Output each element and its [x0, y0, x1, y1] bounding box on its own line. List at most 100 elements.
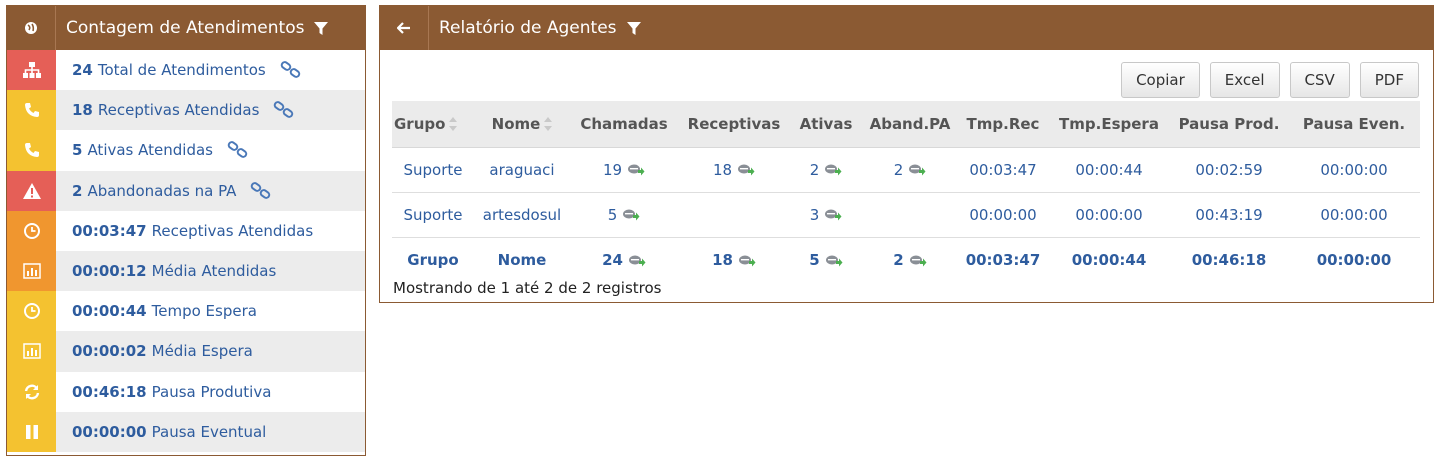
stat-list: 24 Total de Atendimentos 18 Receptivas Aten… [7, 50, 365, 452]
column-header[interactable]: Tmp.Rec [958, 101, 1048, 148]
refresh-icon [7, 371, 56, 412]
column-header[interactable]: Chamadas [570, 101, 678, 148]
agents-report-panel: Relatório de Agentes Copiar Excel CSV PD… [379, 5, 1434, 303]
stat-text: 00:00:44 Tempo Espera [72, 302, 257, 320]
table-cell[interactable]: artesdosul [474, 192, 570, 238]
stat-row: 00:00:44 Tempo Espera [7, 291, 365, 332]
table-cell: 00:02:59 [1170, 147, 1288, 193]
link-icon[interactable] [250, 181, 272, 200]
chat-detail-icon[interactable] [737, 163, 755, 177]
stat-label: Ativas Atendidas [87, 141, 213, 160]
export-toolbar: Copiar Excel CSV PDF [1121, 62, 1419, 98]
csv-button[interactable]: CSV [1289, 62, 1350, 98]
stat-label: Média Atendidas [151, 262, 277, 281]
column-header[interactable]: Grupo [392, 101, 474, 148]
chat-detail-icon[interactable] [622, 208, 640, 222]
table-cell: 5 [570, 192, 678, 238]
sitemap-icon [7, 50, 56, 91]
stat-row: 18 Receptivas Atendidas [7, 90, 365, 131]
globe-icon [7, 6, 56, 50]
chat-detail-icon[interactable] [628, 254, 646, 268]
filter-icon[interactable] [626, 21, 641, 35]
chat-detail-icon[interactable] [824, 163, 842, 177]
column-header-label: Pausa Even. [1302, 114, 1406, 133]
stat-row: 00:00:02 Média Espera [7, 331, 365, 372]
link-icon[interactable] [280, 61, 302, 79]
pdf-button[interactable]: PDF [1359, 62, 1419, 98]
column-header-label: Chamadas [580, 114, 668, 133]
footer-value: 18 [712, 251, 733, 270]
cell-value: 18 [712, 160, 733, 179]
table-cell[interactable]: Suporte [392, 147, 474, 193]
counts-panel-title: Contagem de Atendimentos [66, 18, 329, 38]
stat-value: 00:00:12 [72, 262, 147, 281]
table-cell [678, 192, 790, 238]
excel-button[interactable]: Excel [1209, 62, 1280, 98]
column-header-label: Grupo [394, 114, 446, 133]
cell-value: artesdosul [482, 205, 562, 224]
stat-label: Tempo Espera [151, 302, 257, 321]
clock-icon [7, 291, 56, 332]
table-footer-row: Grupo Nome 24 18 5 2 00:03:47 00:00:44 00:46:18 0… [392, 236, 1420, 283]
cell-value: 00:00:00 [1320, 205, 1388, 224]
table-cell: 00:00:00 [1288, 147, 1420, 193]
column-header[interactable]: Ativas [790, 101, 862, 148]
warning-icon [7, 170, 56, 211]
agents-report-title: Relatório de Agentes [439, 18, 641, 38]
chat-detail-icon[interactable] [909, 254, 927, 268]
link-icon[interactable] [273, 101, 295, 119]
stat-value: 00:00:00 [72, 422, 147, 441]
chat-detail-icon[interactable] [824, 208, 842, 222]
link-icon[interactable] [227, 141, 249, 159]
chat-detail-icon[interactable] [908, 163, 926, 177]
cell-value: 00:43:19 [1195, 205, 1263, 224]
footer-cell: 00:00:44 [1048, 236, 1170, 283]
clock-icon [7, 210, 56, 251]
chat-detail-icon[interactable] [738, 254, 756, 268]
stat-row: 2 Abandonadas na PA [7, 170, 365, 211]
stat-row: 00:03:47 Receptivas Atendidas [7, 210, 365, 251]
footer-cell: 2 [862, 236, 958, 283]
column-header[interactable]: Pausa Even. [1288, 101, 1420, 148]
footer-value: 00:00:00 [1316, 251, 1392, 270]
stat-label: Receptivas Atendidas [151, 221, 314, 240]
stat-text: 5 Ativas Atendidas [72, 141, 249, 159]
stat-value: 18 [72, 101, 93, 120]
cell-value: 3 [809, 205, 820, 224]
copy-button[interactable]: Copiar [1121, 62, 1200, 98]
column-header[interactable]: Receptivas [678, 101, 790, 148]
table-cell[interactable]: Suporte [392, 192, 474, 238]
column-header[interactable]: Tmp.Espera [1048, 101, 1170, 148]
column-header[interactable]: Aband.PA [862, 101, 958, 148]
stat-label: Abandonadas na PA [87, 181, 237, 200]
stat-text: 00:00:12 Média Atendidas [72, 262, 276, 280]
counts-panel: Contagem de Atendimentos 24 Total de Aten… [6, 5, 366, 456]
footer-cell: 18 [678, 236, 790, 283]
footer-cell: Nome [474, 236, 570, 283]
stat-text: 00:00:02 Média Espera [72, 342, 253, 360]
cell-value: Suporte [403, 205, 463, 224]
chat-detail-icon[interactable] [627, 163, 645, 177]
table-cell: 2 [862, 147, 958, 193]
column-header[interactable]: Pausa Prod. [1170, 101, 1288, 148]
table-header-row: Grupo Nome Chamadas Receptivas Ativas Aband.P… [392, 101, 1420, 148]
stat-text: 2 Abandonadas na PA [72, 182, 272, 200]
column-header[interactable]: Nome [474, 101, 570, 148]
table-body: Suporte araguaci 19 18 2 2 00:03:47 00:00:44 00:… [392, 147, 1420, 238]
stat-label: Pausa Eventual [151, 422, 267, 441]
back-arrow-icon[interactable] [380, 6, 429, 50]
column-header-label: Tmp.Espera [1059, 114, 1159, 133]
column-header-label: Tmp.Rec [966, 114, 1040, 133]
chat-detail-icon[interactable] [825, 254, 843, 268]
cell-value: 00:00:44 [1075, 160, 1143, 179]
column-header-label: Ativas [799, 114, 853, 133]
cell-value: 00:00:00 [1075, 205, 1143, 224]
filter-icon[interactable] [314, 21, 329, 35]
phone-icon [7, 90, 56, 131]
table-cell: 00:43:19 [1170, 192, 1288, 238]
stat-value: 00:03:47 [72, 221, 147, 240]
table-cell[interactable]: araguaci [474, 147, 570, 193]
table-cell: 00:00:00 [958, 192, 1048, 238]
footer-value: 2 [893, 251, 904, 270]
stat-value: 2 [72, 181, 83, 200]
